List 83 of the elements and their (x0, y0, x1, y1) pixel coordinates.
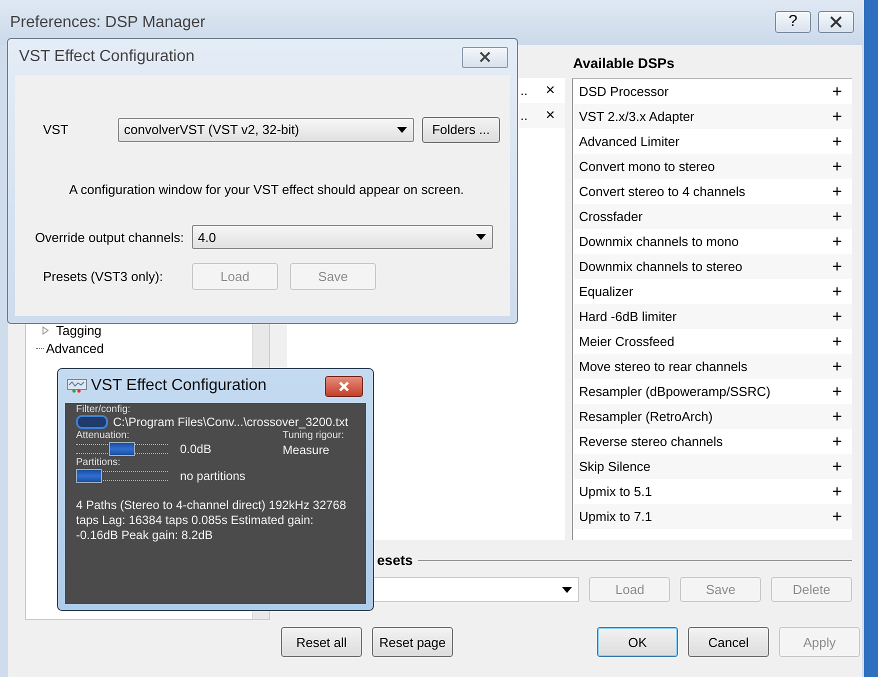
partitions-value: no partitions (180, 469, 246, 483)
dialog-title: VST Effect Configuration (91, 377, 268, 395)
dsp-name[interactable]: Resampler (RetroArch) (579, 409, 713, 424)
remove-button[interactable]: × (546, 106, 555, 124)
dsp-name[interactable]: Upmix to 7.1 (579, 509, 652, 524)
add-button[interactable]: + (832, 106, 842, 126)
dsp-name[interactable]: .. (520, 108, 528, 123)
channels-dropdown[interactable]: 4.0 (192, 225, 493, 249)
dsp-name[interactable]: Convert stereo to 4 channels (579, 184, 746, 199)
browse-button[interactable] (76, 415, 108, 429)
filter-info: 4 Paths (Stereo to 4-channel direct) 192kHz 32768 taps Lag: 16384 taps 0.085s Estimated gain: -0.16dB Peak gain: 8.2dB (76, 498, 348, 543)
field-label: Tuning rigour: (282, 430, 344, 441)
slider-thumb[interactable] (76, 469, 102, 483)
help-button[interactable]: ? (775, 10, 811, 32)
field-label: Partitions: (76, 457, 122, 468)
plugin-icon (67, 379, 87, 393)
dsp-name[interactable]: Crossfader (579, 209, 643, 224)
tuning-value[interactable]: Measure (282, 443, 344, 457)
dsp-name[interactable]: DSD Processor (579, 84, 669, 99)
add-button[interactable]: + (832, 132, 842, 152)
reset-button[interactable]: Reset page (372, 627, 453, 657)
caret-icon (562, 586, 572, 592)
attenuation-slider[interactable] (76, 444, 168, 454)
dsp-name[interactable]: Equalizer (579, 284, 634, 299)
add-button[interactable]: + (832, 206, 842, 226)
dialog-button[interactable]: Cancel (688, 627, 769, 657)
add-button[interactable]: + (832, 82, 842, 102)
add-button[interactable]: + (832, 506, 842, 526)
add-button[interactable]: + (832, 432, 842, 452)
folders-button[interactable]: Folders ... (422, 116, 500, 142)
file-path: C:\Program Files\Conv...\crossover_3200.txt (113, 415, 348, 429)
dsp-name[interactable]: Reverse stereo channels (579, 434, 723, 449)
remove-button[interactable]: × (546, 82, 555, 100)
add-button[interactable]: + (832, 306, 842, 326)
dsp-name[interactable]: Hard -6dB limiter (579, 309, 677, 324)
add-button[interactable]: + (832, 332, 842, 352)
field-label: Attenuation: (76, 430, 130, 441)
field-label: Filter/config: (76, 404, 132, 415)
close-button[interactable] (462, 46, 508, 68)
add-button[interactable]: + (832, 482, 842, 502)
add-button[interactable]: + (832, 406, 842, 426)
add-button[interactable]: + (832, 456, 842, 476)
add-button[interactable]: + (832, 356, 842, 376)
dsp-name[interactable]: Move stereo to rear channels (579, 359, 748, 374)
dsp-name[interactable]: VST 2.x/3.x Adapter (579, 109, 694, 124)
add-button[interactable]: + (832, 282, 842, 302)
close-button[interactable] (818, 10, 854, 32)
close-icon (479, 51, 491, 63)
expand-icon[interactable] (42, 326, 50, 334)
dsp-name[interactable]: Convert mono to stereo (579, 159, 715, 174)
add-button[interactable]: + (832, 382, 842, 402)
add-button[interactable]: + (832, 182, 842, 202)
add-button[interactable]: + (832, 232, 842, 252)
dsp-name[interactable]: Skip Silence (579, 459, 651, 474)
reset-button[interactable]: Reset all (281, 627, 362, 657)
add-button[interactable]: + (832, 256, 842, 276)
dialog-button[interactable]: OK (597, 627, 678, 657)
dsp-name[interactable]: Downmix channels to mono (579, 234, 739, 249)
close-icon (829, 14, 843, 28)
window-title: Preferences: DSP Manager (10, 14, 206, 32)
tree-item[interactable]: Tagging (56, 322, 102, 338)
field-label: Presets (VST3 only): (43, 269, 164, 284)
dsp-name[interactable]: Resampler (dBpoweramp/SSRC) (579, 384, 770, 399)
dsp-name[interactable]: Upmix to 5.1 (579, 484, 652, 499)
tree-item[interactable]: Advanced (46, 340, 104, 356)
dsp-name[interactable]: Meier Crossfeed (579, 334, 674, 349)
section-heading: esets (377, 552, 413, 568)
close-icon (338, 380, 350, 392)
section-heading: Available DSPs (572, 55, 676, 73)
dsp-name[interactable]: .. (520, 83, 528, 98)
caret-icon (476, 234, 486, 240)
attenuation-value: 0.0dB (180, 442, 212, 456)
add-button[interactable]: + (832, 156, 842, 176)
dsp-name[interactable]: Advanced Limiter (579, 134, 680, 149)
field-label: VST (42, 122, 70, 137)
info-message: A configuration window for your VST effect should appear on screen. (68, 182, 465, 197)
field-label: Override output channels: (35, 230, 184, 244)
vst-dropdown[interactable]: convolverVST (VST v2, 32-bit) (118, 118, 414, 142)
dialog-title: VST Effect Configuration (19, 48, 196, 66)
dsp-name[interactable]: Downmix channels to stereo (579, 259, 742, 274)
partitions-slider[interactable] (76, 471, 168, 481)
close-button[interactable] (325, 376, 363, 396)
slider-thumb[interactable] (109, 442, 135, 456)
